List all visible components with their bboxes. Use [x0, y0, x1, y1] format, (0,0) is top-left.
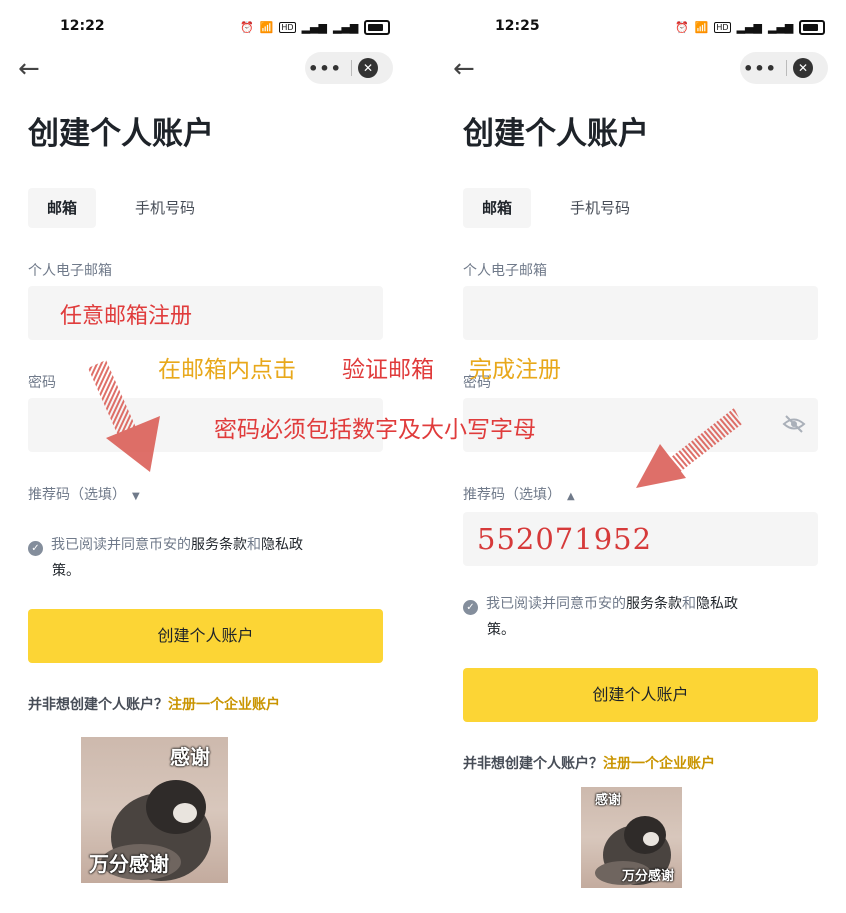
penguin-meme-image: 感谢 万分感谢 [581, 787, 682, 888]
password-label: 密码 [28, 375, 56, 391]
agreement: ✓ 我已阅读并同意币安的服务条款和隐私政 策。 [28, 532, 368, 584]
referral-toggle[interactable]: 推荐码（选填） ▼ [28, 484, 140, 504]
create-account-button[interactable]: 创建个人账户 [463, 668, 818, 722]
business-notice: 并非想创建个人账户？注册一个企业账户 [28, 694, 280, 714]
close-icon[interactable]: ✕ [358, 58, 378, 78]
signal-icon: ▂▄▆ [332, 21, 359, 34]
more-options-button[interactable]: ••• [305, 59, 345, 78]
email-annotation: 任意邮箱注册 [60, 304, 193, 329]
status-icons: ⏰ 📶 HD ▂▄▆ ▂▄▆ [675, 20, 826, 35]
agree-end: 策。 [487, 622, 515, 638]
meme-top-caption: 感谢 [170, 745, 210, 769]
agreement: ✓ 我已阅读并同意币安的服务条款和隐私政 策。 [463, 591, 803, 643]
hd-icon: HD [714, 22, 731, 33]
terms-link[interactable]: 服务条款 [191, 537, 247, 553]
more-options-button[interactable]: ••• [740, 59, 780, 78]
hd-icon: HD [279, 22, 296, 33]
wifi-icon: 📶 [259, 21, 274, 34]
signal-icon: ▂▄▆ [301, 21, 327, 34]
back-arrow-icon[interactable]: ← [18, 54, 40, 84]
page-title: 创建个人账户 [28, 116, 214, 152]
annotation-arrow-down [88, 360, 160, 472]
penguin-meme-image: 感谢 万分感谢 [81, 737, 228, 883]
referral-label: 推荐码（选填） [28, 487, 126, 503]
overlay-instruction-1a: 在邮箱内点击 [158, 357, 296, 383]
back-arrow-icon[interactable]: ← [453, 54, 475, 84]
create-account-button[interactable]: 创建个人账户 [28, 609, 383, 663]
status-bar: 12:22 ⏰ 📶 HD ▂▄▆ ▂▄▆ [0, 18, 400, 38]
referral-code-value: 552071952 [477, 522, 653, 556]
check-icon[interactable]: ✓ [28, 541, 43, 556]
alarm-icon: ⏰ [675, 21, 689, 34]
wifi-icon: 📶 [694, 21, 709, 34]
meme-top-caption: 感谢 [595, 793, 622, 808]
mini-program-capsule: ••• ✕ [740, 52, 828, 84]
overlay-instruction-2: 密码必须包括数字及大小写字母 [214, 417, 536, 443]
referral-toggle[interactable]: 推荐码（选填） ▲ [463, 484, 575, 504]
terms-link[interactable]: 服务条款 [626, 596, 682, 612]
annotation-arrow-left [636, 408, 742, 488]
capsule-divider [351, 60, 352, 76]
close-icon[interactable]: ✕ [793, 58, 813, 78]
email-field[interactable]: 任意邮箱注册 [28, 286, 383, 340]
notice-text: 并非想创建个人账户？ [463, 756, 603, 772]
tab-email[interactable]: 邮箱 [28, 188, 96, 228]
business-notice: 并非想创建个人账户？注册一个企业账户 [463, 753, 715, 773]
email-label: 个人电子邮箱 [463, 263, 547, 279]
check-icon[interactable]: ✓ [463, 600, 478, 615]
signal-icon: ▂▄▆ [767, 21, 794, 34]
chevron-down-icon: ▼ [132, 491, 140, 502]
status-icons: ⏰ 📶 HD ▂▄▆ ▂▄▆ [240, 20, 391, 35]
business-account-link[interactable]: 注册一个企业账户 [168, 697, 280, 713]
phone-screen-left: 12:22 ⏰ 📶 HD ▂▄▆ ▂▄▆ ← ••• ✕ 创建个人账户 邮箱 手… [0, 0, 423, 913]
alarm-icon: ⏰ [240, 21, 254, 34]
tab-phone[interactable]: 手机号码 [120, 188, 210, 228]
battery-icon [364, 20, 391, 35]
page-title: 创建个人账户 [463, 116, 649, 152]
status-time: 12:25 [495, 18, 540, 34]
referral-code-field[interactable]: 552071952 [463, 512, 818, 566]
eye-hidden-icon[interactable] [782, 414, 806, 434]
overlay-instruction-1b: 验证邮箱 [342, 357, 434, 383]
status-time: 12:22 [60, 18, 105, 34]
meme-bottom-caption: 万分感谢 [621, 869, 674, 884]
status-bar: 12:25 ⏰ 📶 HD ▂▄▆ ▂▄▆ [435, 18, 835, 38]
agree-text: 我已阅读并同意币安的 [51, 537, 191, 553]
mini-program-capsule: ••• ✕ [305, 52, 393, 84]
tab-email[interactable]: 邮箱 [463, 188, 531, 228]
agree-and: 和 [247, 537, 261, 553]
chevron-up-icon: ▲ [567, 491, 575, 502]
agree-end: 策。 [52, 563, 80, 579]
signal-icon: ▂▄▆ [736, 21, 762, 34]
meme-bottom-caption: 万分感谢 [89, 852, 169, 876]
agree-and: 和 [682, 596, 696, 612]
referral-label: 推荐码（选填） [463, 487, 561, 503]
privacy-link[interactable]: 隐私政 [261, 537, 303, 553]
battery-icon [799, 20, 826, 35]
business-account-link[interactable]: 注册一个企业账户 [603, 756, 715, 772]
email-label: 个人电子邮箱 [28, 263, 112, 279]
email-field[interactable] [463, 286, 818, 340]
privacy-link[interactable]: 隐私政 [696, 596, 738, 612]
capsule-divider [786, 60, 787, 76]
tab-phone[interactable]: 手机号码 [555, 188, 645, 228]
agree-text: 我已阅读并同意币安的 [486, 596, 626, 612]
overlay-instruction-1c: 完成注册 [469, 357, 561, 383]
notice-text: 并非想创建个人账户？ [28, 697, 168, 713]
